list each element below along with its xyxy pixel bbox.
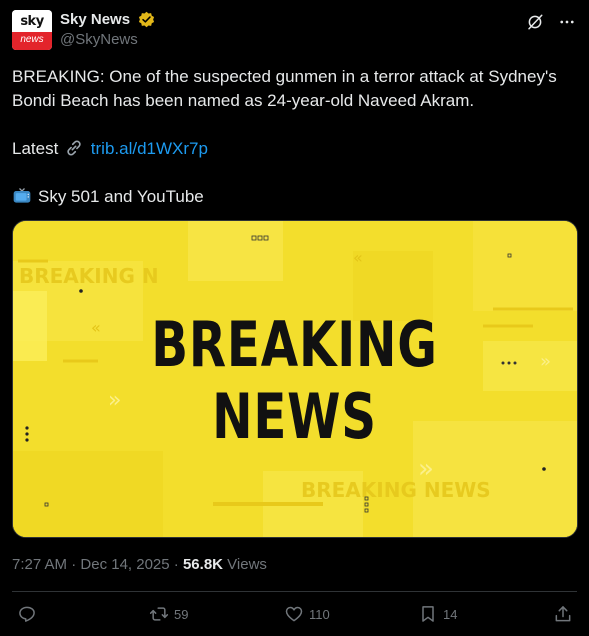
reply-icon	[19, 606, 35, 622]
media-headline-line1: BREAKING	[151, 308, 438, 381]
author-names: Sky News @SkyNews	[60, 11, 155, 48]
tweet-text-line: BREAKING: One of the suspected gunmen in…	[12, 67, 557, 110]
more-icon[interactable]	[557, 12, 577, 32]
svg-text:«: «	[353, 248, 363, 267]
divider	[12, 591, 577, 592]
avatar-logo-bottom: news	[12, 32, 52, 50]
svg-text:BREAKING NEWS: BREAKING NEWS	[301, 478, 491, 502]
retweet-icon	[149, 607, 169, 621]
tweet-link[interactable]: trib.al/d1WXr7p	[91, 139, 208, 158]
tv-text: Sky 501 and YouTube	[38, 187, 204, 206]
link-emoji-icon	[64, 138, 84, 158]
svg-text:»: »	[540, 351, 551, 372]
share-button[interactable]	[553, 604, 573, 624]
avatar-logo-top: sky	[12, 10, 52, 32]
reply-button[interactable]	[17, 604, 42, 624]
meta-separator: ·	[173, 556, 183, 573]
tweet-actions: 59 110 14	[12, 600, 577, 632]
svg-text:BREAKING N: BREAKING N	[19, 264, 159, 288]
bookmark-icon	[422, 606, 434, 622]
bookmark-button[interactable]: 14	[418, 604, 457, 624]
retweet-button[interactable]: 59	[149, 604, 188, 624]
views-label: Views	[227, 556, 267, 573]
media-headline-line2: NEWS	[212, 380, 377, 453]
svg-text:»: »	[418, 454, 434, 484]
verified-badge-icon[interactable]	[138, 11, 155, 28]
tweet-meta: 7:27 AM · Dec 14, 2025 · 56.8K Views	[12, 556, 267, 573]
television-emoji-icon	[12, 186, 32, 206]
tweet-header: sky news Sky News @SkyNews	[12, 10, 577, 50]
share-icon	[555, 606, 571, 622]
tweet-time[interactable]: 7:27 AM	[12, 556, 67, 573]
views-count: 56.8K	[182, 556, 223, 573]
handle[interactable]: @SkyNews	[60, 31, 155, 48]
meta-separator: ·	[71, 556, 81, 573]
retweet-count: 59	[174, 606, 189, 622]
like-count: 110	[309, 606, 330, 622]
bookmark-count: 14	[443, 606, 458, 622]
grok-icon[interactable]	[525, 12, 545, 32]
header-actions	[525, 12, 577, 32]
avatar[interactable]: sky news	[12, 10, 52, 50]
display-name[interactable]: Sky News	[60, 11, 130, 28]
latest-label: Latest	[12, 139, 59, 158]
like-button[interactable]: 110	[284, 604, 330, 624]
tweet-body: BREAKING: One of the suspected gunmen in…	[12, 65, 577, 209]
heart-icon	[285, 606, 303, 622]
tweet-tv-line: Sky 501 and YouTube	[12, 185, 577, 209]
tweet-latest-line: Latest trib.al/d1WXr7p	[12, 137, 577, 161]
tweet-date[interactable]: Dec 14, 2025	[80, 556, 169, 573]
